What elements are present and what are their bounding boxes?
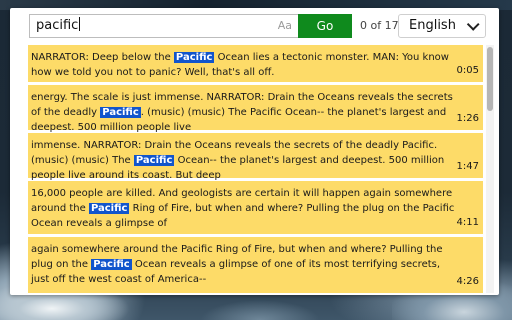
go-button[interactable]: Go <box>298 14 352 38</box>
text-caret <box>79 17 81 31</box>
match-highlight: Pacific <box>91 259 132 270</box>
search-box[interactable]: pacific Aa <box>29 14 299 38</box>
chevron-down-icon <box>466 18 480 31</box>
result-item[interactable]: again somewhere around the Pacific Ring … <box>28 237 483 293</box>
match-highlight: Pacific <box>133 155 175 166</box>
language-selected: English <box>409 18 456 33</box>
result-timestamp[interactable]: 4:26 <box>457 274 479 289</box>
result-timestamp[interactable]: 4:11 <box>457 215 479 230</box>
match-case-toggle[interactable]: Aa <box>278 19 292 32</box>
match-highlight: Pacific <box>173 52 215 63</box>
scrollbar-thumb[interactable] <box>487 47 493 111</box>
results-list: NARRATOR: Deep below the Pacific Ocean l… <box>28 45 483 295</box>
result-text: NARRATOR: Deep below the <box>31 52 174 63</box>
result-item[interactable]: 16,000 people are killed. And geologists… <box>28 181 483 234</box>
match-highlight: Pacific <box>100 107 141 118</box>
results-scrollbar[interactable] <box>486 45 494 293</box>
language-select[interactable]: English <box>398 14 486 38</box>
transcript-search-panel: pacific Aa Go 0 of 17 English NARRATOR: … <box>10 8 499 295</box>
match-highlight: Pacific <box>88 203 130 214</box>
result-item[interactable]: NARRATOR: Deep below the Pacific Ocean l… <box>28 45 483 82</box>
search-input[interactable]: pacific <box>36 17 256 35</box>
result-timestamp[interactable]: 1:26 <box>457 111 479 126</box>
result-timestamp[interactable]: 1:47 <box>457 159 479 174</box>
result-item[interactable]: immense. NARRATOR: Drain the Oceans reve… <box>28 133 483 181</box>
result-item[interactable]: energy. The scale is just immense. NARRA… <box>28 85 483 133</box>
result-timestamp[interactable]: 0:05 <box>457 63 479 78</box>
wave-foam-center <box>200 300 320 320</box>
match-count: 0 of 17 <box>360 19 399 32</box>
